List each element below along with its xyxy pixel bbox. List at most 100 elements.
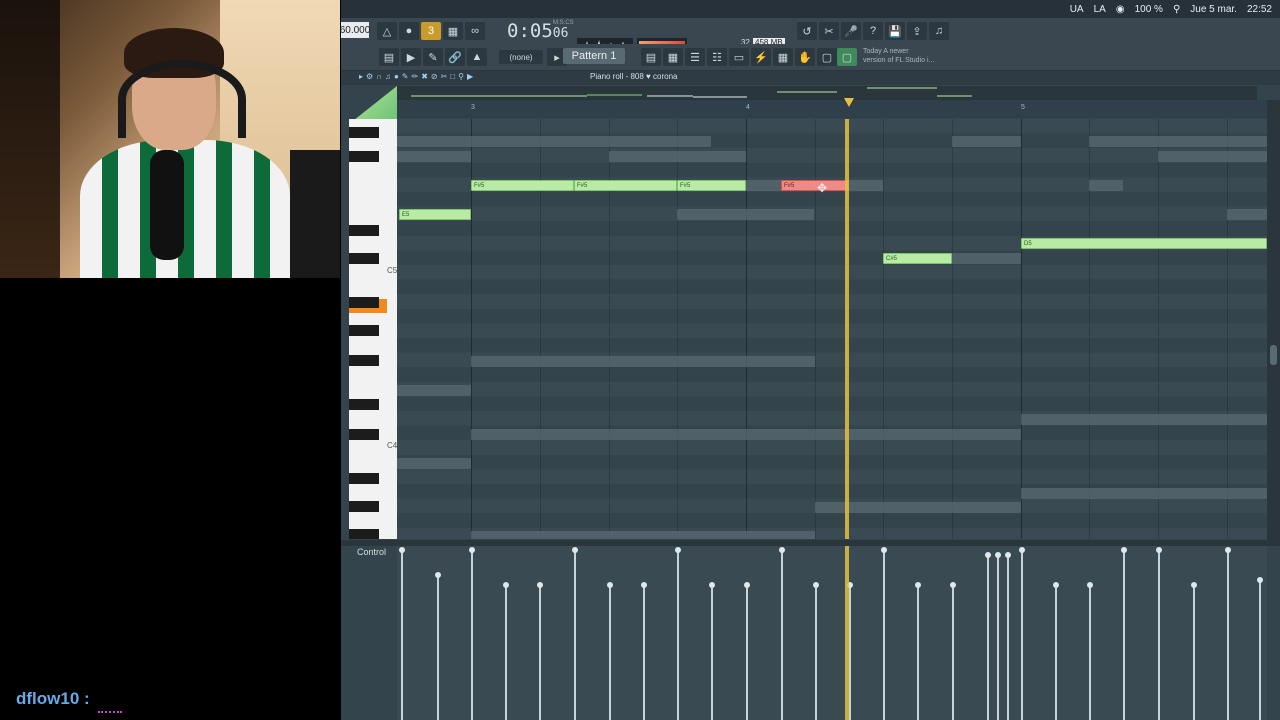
black-key[interactable] xyxy=(349,429,379,440)
ghost-note xyxy=(609,151,746,162)
ghost-note xyxy=(677,209,814,220)
ghost-note xyxy=(471,531,815,539)
ghost-note xyxy=(952,253,1021,264)
black-key[interactable] xyxy=(349,473,379,484)
note-fs5[interactable]: F#5 xyxy=(471,180,574,191)
menu-arrow-icon[interactable]: ▸ xyxy=(359,72,363,84)
fl-studio-window: UA LA ◉ 100 % ⚲ Jue 5 mar. 22:52 △ ● 3 ▦… xyxy=(340,0,1280,720)
magnet-icon[interactable]: ∩ xyxy=(376,72,382,84)
play-arrow-icon[interactable]: ▶ xyxy=(401,48,421,66)
ghost-note xyxy=(952,136,1021,147)
snap-selector[interactable]: (none) xyxy=(499,50,543,64)
wifi-icon[interactable]: ◉ xyxy=(1116,4,1125,15)
touch-icon[interactable]: ✋ xyxy=(795,48,815,66)
search-icon[interactable]: ⚲ xyxy=(1173,4,1180,15)
vertical-scrollbar[interactable] xyxy=(1267,100,1280,540)
playlist-icon[interactable]: ▤ xyxy=(641,48,661,66)
chat-message-emote xyxy=(98,699,122,713)
timeline-ruler[interactable] xyxy=(397,100,1267,118)
zoom-icon[interactable]: ⚲ xyxy=(458,72,464,84)
select-icon[interactable]: □ xyxy=(450,72,455,84)
note-grid[interactable]: F#5 F#5 F#5 F#5 E5 D5 C#5 ✥ xyxy=(397,119,1267,539)
cut-icon[interactable]: ✂ xyxy=(819,22,839,40)
draw-icon[interactable]: ✎ xyxy=(402,72,409,84)
piano-roll-tools: ▸ ⚙ ∩ ♫ ● ✎ ✏ ✖ ⊘ ✂ □ ⚲ ▶ xyxy=(359,72,473,84)
language-badge[interactable]: LA xyxy=(1094,4,1106,15)
playback-icon[interactable]: ▶ xyxy=(467,72,473,84)
black-key[interactable] xyxy=(349,297,379,308)
news-icon[interactable]: ▢ xyxy=(837,48,857,66)
slice-icon[interactable]: ✂ xyxy=(441,72,448,84)
note-fs5-selected[interactable]: F#5 xyxy=(781,180,849,191)
tempo-display[interactable]: 60.000 xyxy=(340,22,370,38)
black-key[interactable] xyxy=(349,501,379,512)
note-cs5[interactable]: C#5 xyxy=(883,253,952,264)
black-key[interactable] xyxy=(349,151,379,162)
piano-roll-titlebar[interactable] xyxy=(341,71,1280,85)
control-target-selector[interactable]: Control xyxy=(357,547,386,557)
mixer-icon[interactable]: ☰ xyxy=(685,48,705,66)
black-key[interactable] xyxy=(349,127,379,138)
ghost-note xyxy=(1089,180,1123,191)
note-e5[interactable]: E5 xyxy=(399,209,471,220)
bar-number-5: 5 xyxy=(1021,104,1025,111)
note-fs5[interactable]: F#5 xyxy=(574,180,677,191)
ghost-note xyxy=(397,458,471,469)
menubar-time[interactable]: 22:52 xyxy=(1247,4,1272,15)
cpu-icon[interactable]: ▦ xyxy=(773,48,793,66)
step-edit-icon[interactable]: ▦ xyxy=(443,22,463,40)
ghost-note xyxy=(471,356,815,367)
export-icon[interactable]: ⇪ xyxy=(907,22,927,40)
undo-icon[interactable]: ↺ xyxy=(797,22,817,40)
ghost-note xyxy=(397,136,711,147)
play-note-icon[interactable]: ♫ xyxy=(385,72,391,84)
wait-input-icon[interactable]: ● xyxy=(399,22,419,40)
record-icon[interactable]: ● xyxy=(394,72,399,84)
help-icon[interactable]: ? xyxy=(863,22,883,40)
black-key[interactable] xyxy=(349,325,379,336)
news-ticker[interactable]: Today A newer version of FL Studio i... xyxy=(863,47,943,65)
ghost-note xyxy=(1089,136,1267,147)
menubar-date[interactable]: Jue 5 mar. xyxy=(1190,4,1237,15)
piano-roll-overview[interactable] xyxy=(397,86,1257,100)
black-key[interactable] xyxy=(349,399,379,410)
wrench-icon[interactable]: ⚙ xyxy=(366,72,373,84)
macos-menubar: UA LA ◉ 100 % ⚲ Jue 5 mar. 22:52 xyxy=(341,0,1280,18)
black-key[interactable] xyxy=(349,253,379,264)
midi-icon[interactable]: ♫ xyxy=(929,22,949,40)
time-format-label: M:S:CS xyxy=(553,20,574,26)
stamp-icon[interactable]: ▲ xyxy=(467,48,487,66)
channel-rack-icon[interactable]: ▦ xyxy=(663,48,683,66)
record-mic-icon[interactable]: 🎤 xyxy=(841,22,861,40)
tools-toolbar: ▤ ▶ ✎ 🔗 ▲ ▸ ▤ ▦ ☰ ☷ ▭ ⚡ ▦ ✋ ▢ ▢ xyxy=(341,44,1280,71)
velocity-lane[interactable] xyxy=(397,546,1267,720)
delete-icon[interactable]: ✖ xyxy=(421,72,428,84)
piano-roll-icon[interactable]: ☷ xyxy=(707,48,727,66)
playhead-line xyxy=(845,119,849,539)
mute-icon[interactable]: ⊘ xyxy=(431,72,438,84)
countdown-icon[interactable]: 3 xyxy=(421,22,441,40)
piano-roll-title: Piano roll - 808 ♥ corona xyxy=(590,72,678,81)
black-key[interactable] xyxy=(349,355,379,366)
paint-icon[interactable]: ✏ xyxy=(411,72,418,84)
pattern-selector[interactable]: Pattern 1 xyxy=(563,48,625,64)
shop-icon[interactable]: ▢ xyxy=(817,48,837,66)
plugin-icon[interactable]: ⚡ xyxy=(751,48,771,66)
input-source-indicator[interactable]: UA xyxy=(1070,4,1084,15)
note-fs5[interactable]: F#5 xyxy=(677,180,746,191)
black-key[interactable] xyxy=(349,529,379,539)
blend-recording-icon[interactable]: ∞ xyxy=(465,22,485,40)
webcam-feed xyxy=(0,0,340,278)
piano-keyboard[interactable]: C5 C4 xyxy=(349,119,397,539)
battery-percent[interactable]: 100 % xyxy=(1135,4,1163,15)
save-icon[interactable]: 💾 xyxy=(885,22,905,40)
pencil-icon[interactable]: ✎ xyxy=(423,48,443,66)
link-icon[interactable]: 🔗 xyxy=(445,48,465,66)
overview-notes xyxy=(411,87,972,98)
file-icon[interactable]: ▭ xyxy=(729,48,749,66)
black-key[interactable] xyxy=(349,225,379,236)
playhead-marker[interactable] xyxy=(844,98,854,107)
browser-icon[interactable]: ▤ xyxy=(379,48,399,66)
metronome-icon[interactable]: △ xyxy=(377,22,397,40)
note-d5[interactable]: D5 xyxy=(1021,238,1267,249)
